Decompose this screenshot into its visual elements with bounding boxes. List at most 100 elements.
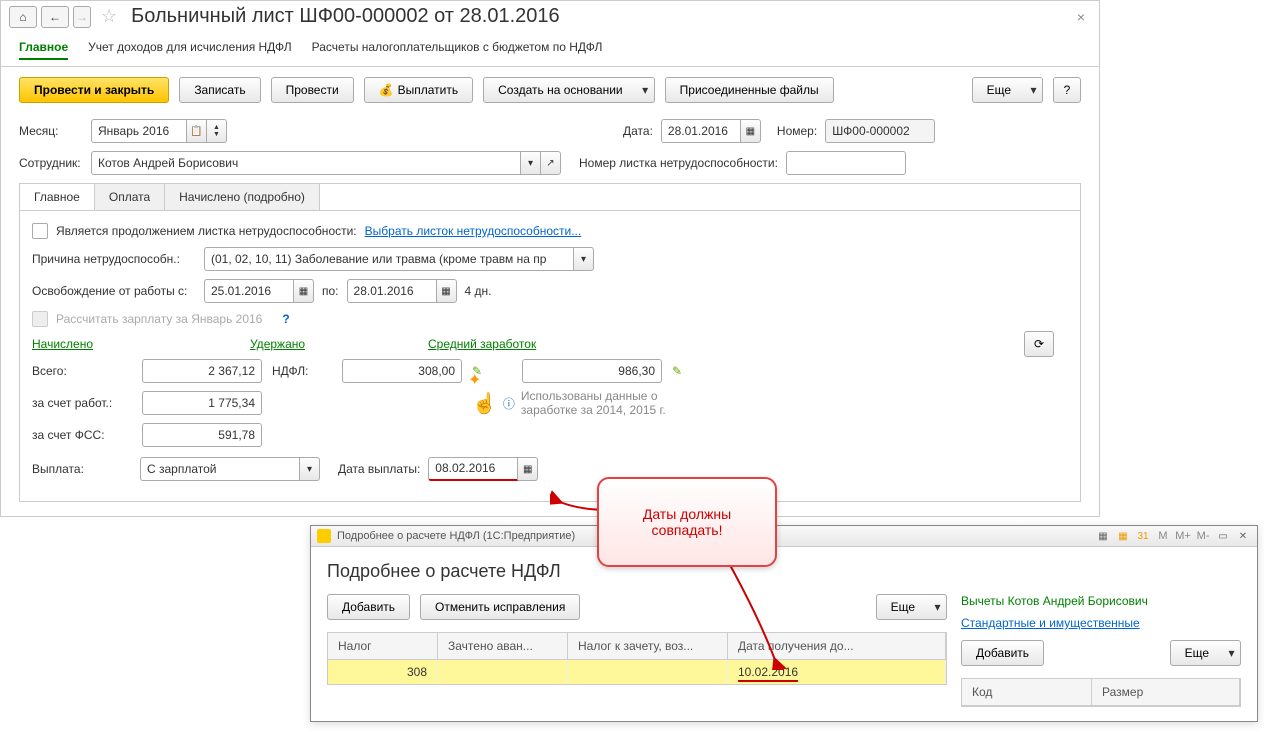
tax-table-row[interactable]: 308 10.02.2016 [328, 660, 946, 684]
reason-label: Причина нетрудоспособн.: [32, 252, 196, 266]
total-input[interactable]: 2 367,12 [142, 359, 262, 383]
more-dropdown[interactable]: ▾ [1025, 77, 1043, 103]
col-offset[interactable]: Налог к зачету, воз... [568, 633, 728, 659]
info-text: Использованы данные о заработке за 2014,… [521, 389, 712, 417]
sub-more-dropdown[interactable]: ▾ [929, 594, 947, 620]
tab-income[interactable]: Учет доходов для исчисления НДФЛ [88, 36, 292, 60]
withheld-header[interactable]: Удержано [250, 337, 420, 351]
tab-budget[interactable]: Расчеты налогоплательщиков с бюджетом по… [312, 36, 603, 60]
employee-dropdown-icon[interactable]: ▾ [521, 151, 541, 175]
mminus-icon[interactable]: M- [1195, 529, 1211, 543]
pay-button[interactable]: 💰Выплатить [364, 77, 473, 103]
date-calendar-icon[interactable]: ▦ [741, 119, 761, 143]
col-tax[interactable]: Налог [328, 633, 438, 659]
star-icon[interactable]: ☆ [101, 6, 117, 27]
page-title: Больничный лист ШФ00-000002 от 28.01.201… [131, 5, 1067, 28]
create-based-dropdown[interactable]: ▾ [637, 77, 655, 103]
sub-more-button[interactable]: Еще [876, 594, 930, 620]
release-to-group: 28.01.2016 ▦ [347, 279, 457, 303]
post-close-button[interactable]: Провести и закрыть [19, 77, 169, 103]
fss-label: за счет ФСС: [32, 428, 132, 442]
create-based-button[interactable]: Создать на основании [483, 77, 638, 103]
number-label: Номер: [777, 124, 817, 138]
side-more-dropdown[interactable]: ▾ [1223, 640, 1241, 666]
home-button[interactable]: ⌂ [9, 6, 37, 28]
m-icon[interactable]: M [1155, 529, 1171, 543]
deductions-link[interactable]: Стандартные и имущественные [961, 616, 1140, 630]
fss-input[interactable]: 591,78 [142, 423, 262, 447]
release-to-calendar-icon[interactable]: ▦ [437, 279, 457, 303]
payout-label: Выплата: [32, 462, 132, 476]
sub-panel: Является продолжением листка нетрудоспос… [19, 210, 1081, 502]
help-link[interactable]: ? [282, 312, 289, 326]
total-label: Всего: [32, 364, 132, 378]
date-input[interactable]: 28.01.2016 [661, 119, 741, 143]
payout-date-input[interactable]: 08.02.2016 [428, 457, 518, 481]
mplus-icon[interactable]: M+ [1175, 529, 1191, 543]
continuation-label: Является продолжением листка нетрудоспос… [56, 224, 357, 238]
month-picker-icon[interactable]: 📋 [187, 119, 207, 143]
month-stepper[interactable]: ▲▼ [207, 119, 227, 143]
ndfl-edit-icon[interactable]: ✎✦ [472, 364, 512, 378]
payout-date-calendar-icon[interactable]: ▦ [518, 457, 538, 481]
month-input[interactable]: Январь 2016 [91, 119, 187, 143]
close-icon[interactable]: × [1071, 9, 1091, 25]
continuation-checkbox[interactable] [32, 223, 48, 239]
subtab-main[interactable]: Главное [20, 184, 95, 210]
callout-bubble: Даты должны совпадать! [597, 477, 777, 567]
side-add-button[interactable]: Добавить [961, 640, 1044, 666]
ndfl-input[interactable]: 308,00 [342, 359, 462, 383]
accrued-header[interactable]: Начислено [32, 337, 242, 351]
back-button[interactable]: ← [41, 6, 69, 28]
reason-dropdown-icon[interactable]: ▾ [574, 247, 594, 271]
sick-number-input[interactable] [786, 151, 906, 175]
cursor-pointer-icon: ☝ [472, 391, 497, 416]
refresh-button[interactable]: ⟳ [1024, 331, 1054, 357]
tax-table: Налог Зачтено аван... Налог к зачету, во… [327, 632, 947, 685]
help-button[interactable]: ? [1053, 77, 1081, 103]
payout-input[interactable]: С зарплатой [140, 457, 300, 481]
sub-cancel-button[interactable]: Отменить исправления [420, 594, 580, 620]
date-icon[interactable]: 31 [1135, 529, 1151, 543]
employee-open-icon[interactable]: ↗ [541, 151, 561, 175]
payout-dropdown-icon[interactable]: ▾ [300, 457, 320, 481]
attached-files-button[interactable]: Присоединенные файлы [665, 77, 834, 103]
month-input-group: Январь 2016 📋 ▲▼ [91, 119, 227, 143]
release-to-input[interactable]: 28.01.2016 [347, 279, 437, 303]
ndfl-label: НДФЛ: [272, 364, 332, 378]
calendar-icon[interactable]: ▦ [1115, 529, 1131, 543]
post-button[interactable]: Провести [271, 77, 354, 103]
avg-earn-header[interactable]: Средний заработок [428, 337, 536, 351]
select-sheet-link[interactable]: Выбрать листок нетрудоспособности... [365, 224, 582, 238]
subtab-payment[interactable]: Оплата [95, 184, 165, 210]
side-more-button[interactable]: Еще [1170, 640, 1224, 666]
sub-add-button[interactable]: Добавить [327, 594, 410, 620]
reason-input[interactable]: (01, 02, 10, 11) Заболевание или травма … [204, 247, 574, 271]
col-advance[interactable]: Зачтено аван... [438, 633, 568, 659]
release-from-calendar-icon[interactable]: ▦ [294, 279, 314, 303]
to-label: по: [322, 284, 339, 298]
release-from-input[interactable]: 25.01.2016 [204, 279, 294, 303]
minimize-icon[interactable]: ▭ [1215, 529, 1231, 543]
sub-titlebar: Подробнее о расчете НДФЛ (1С:Предприятие… [311, 526, 1257, 547]
tab-main[interactable]: Главное [19, 36, 68, 60]
cell-date: 10.02.2016 [738, 665, 798, 682]
col-code[interactable]: Код [962, 679, 1092, 705]
more-button[interactable]: Еще [972, 77, 1026, 103]
employer-input[interactable]: 1 775,34 [142, 391, 262, 415]
calc-icon[interactable]: ▦ [1095, 529, 1111, 543]
employee-input-group: Котов Андрей Борисович ▾ ↗ [91, 151, 561, 175]
info-icon[interactable]: ⓘ [503, 395, 515, 412]
sub-close-icon[interactable]: ✕ [1235, 529, 1251, 543]
col-size[interactable]: Размер [1092, 679, 1240, 705]
avg-edit-icon[interactable]: ✎ [672, 364, 712, 378]
subtab-accrued[interactable]: Начислено (подробно) [165, 184, 320, 210]
employee-input[interactable]: Котов Андрей Борисович [91, 151, 521, 175]
date-label: Дата: [623, 124, 653, 138]
col-date[interactable]: Дата получения до... [728, 633, 946, 659]
release-label: Освобождение от работы с: [32, 284, 196, 298]
sub-window: Подробнее о расчете НДФЛ (1С:Предприятие… [310, 525, 1258, 722]
forward-button[interactable]: → [73, 6, 91, 28]
save-button[interactable]: Записать [179, 77, 260, 103]
avg-input[interactable]: 986,30 [522, 359, 662, 383]
